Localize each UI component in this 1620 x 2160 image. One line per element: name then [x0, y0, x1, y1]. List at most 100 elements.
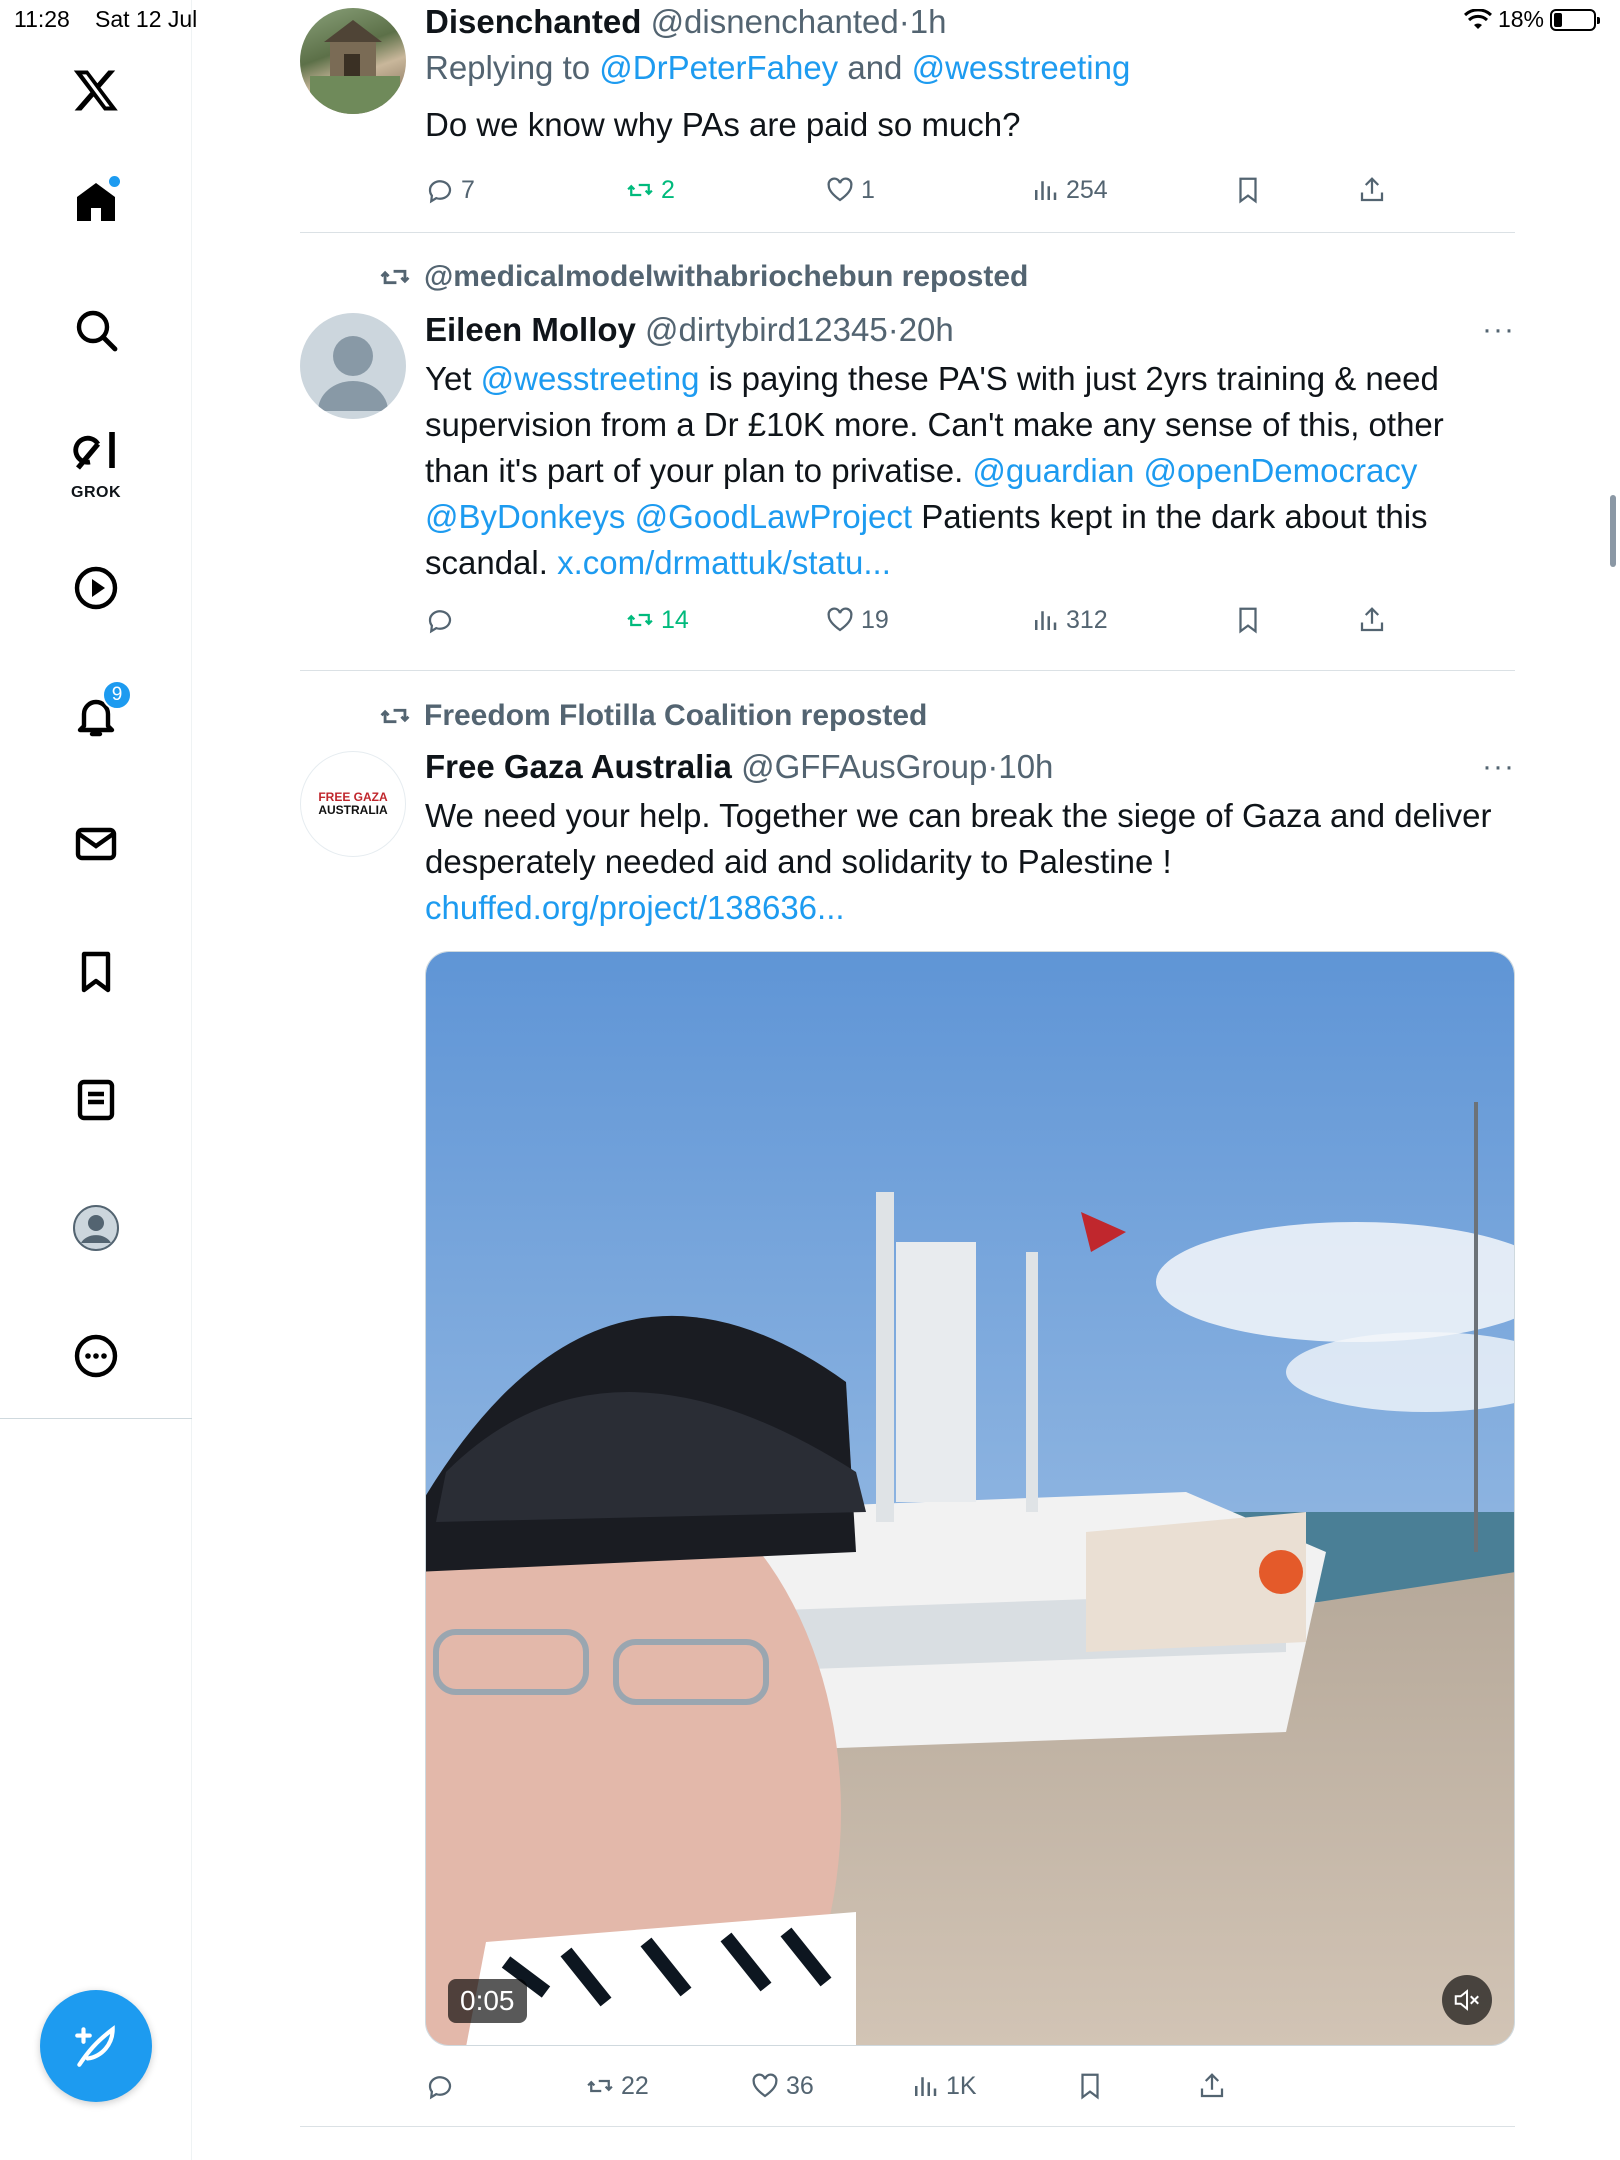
bookmark-button[interactable]: [1075, 2066, 1105, 2106]
video-frame: [426, 952, 1514, 2045]
bookmark-button[interactable]: [1233, 170, 1263, 210]
reposted-by[interactable]: Freedom Flotilla Coalition reposted: [378, 699, 927, 733]
mention-link[interactable]: @guardian: [972, 452, 1134, 489]
sidebar-item-bookmarks[interactable]: [56, 932, 136, 1012]
like-count: 1: [861, 175, 875, 204]
share-icon: [1360, 607, 1384, 632]
url-link[interactable]: x.com/drmattuk/statu...: [557, 544, 891, 581]
share-button[interactable]: [1357, 170, 1387, 210]
list-icon: [77, 1079, 115, 1121]
repost-icon: [380, 269, 410, 285]
reply-button[interactable]: [425, 2066, 461, 2106]
sidebar-item-grok[interactable]: GROK: [56, 418, 136, 502]
tweet-separator: [300, 2126, 1515, 2127]
bookmark-icon: [1239, 177, 1257, 204]
like-button[interactable]: 36: [750, 2066, 814, 2106]
search-icon: [76, 310, 118, 352]
grok-label: GROK: [71, 484, 121, 501]
repost-button[interactable]: 2: [625, 170, 675, 210]
reposted-by-label: Freedom Flotilla Coalition reposted: [424, 699, 928, 732]
reposted-by[interactable]: @medicalmodelwithabriochebun reposted: [378, 260, 1028, 294]
scrollbar[interactable]: [1610, 495, 1616, 567]
more-options-icon[interactable]: ···: [1482, 308, 1515, 352]
mention-link[interactable]: @ByDonkeys: [425, 498, 625, 535]
reply-count: 7: [461, 175, 475, 204]
view-count: 254: [1066, 175, 1108, 204]
tweet[interactable]: Freedom Flotilla Coalition reposted FREE…: [300, 671, 1515, 2127]
bookmark-icon: [1239, 607, 1257, 634]
repost-button[interactable]: 22: [585, 2066, 649, 2106]
sidebar-item-messages[interactable]: [56, 804, 136, 884]
avatar[interactable]: [300, 313, 406, 419]
avatar[interactable]: FREE GAZA AUSTRALIA: [300, 751, 406, 857]
repost-count: 22: [621, 2071, 649, 2100]
views-icon: [1035, 611, 1057, 630]
tweet[interactable]: Disenchanted @disnenchanted·1h Replying …: [300, 0, 1515, 233]
author-name[interactable]: Eileen Molloy: [425, 311, 636, 348]
sidebar-item-profile[interactable]: [56, 1188, 136, 1268]
reposted-by-label: @medicalmodelwithabriochebun reposted: [424, 260, 1029, 293]
repost-icon: [627, 183, 653, 197]
repost-icon: [380, 708, 410, 724]
sidebar-item-more[interactable]: [56, 1316, 136, 1396]
sidebar-item-video[interactable]: [56, 548, 136, 628]
x-logo-icon[interactable]: [56, 50, 136, 130]
heart-icon: [752, 2073, 778, 2098]
mention-link[interactable]: @openDemocracy: [1144, 452, 1418, 489]
like-button[interactable]: 1: [825, 170, 875, 210]
share-button[interactable]: [1197, 2066, 1227, 2106]
repost-button[interactable]: 14: [625, 600, 689, 640]
notifications-badge: 9: [102, 680, 132, 710]
share-icon: [1200, 2073, 1224, 2098]
text-segment: We need your help. Together we can break…: [425, 797, 1492, 880]
repost-icon: [587, 2079, 613, 2093]
author-name[interactable]: Disenchanted: [425, 3, 641, 40]
mention-link[interactable]: @wesstreeting: [912, 49, 1131, 86]
tweet-header: Free Gaza Australia @GFFAusGroup·10h ···: [425, 745, 1515, 789]
mute-button[interactable]: [1442, 1975, 1492, 2025]
bookmark-icon: [81, 951, 111, 993]
tweet-age[interactable]: 10h: [998, 748, 1053, 785]
tweet-text: Do we know why PAs are paid so much?: [425, 106, 1021, 143]
tweet-header: Disenchanted @disnenchanted·1h: [425, 0, 1515, 44]
tweet-age[interactable]: 20h: [899, 311, 954, 348]
video-player[interactable]: 0:05: [425, 951, 1515, 2046]
mention-link[interactable]: @GoodLawProject: [635, 498, 912, 535]
compose-feather-icon: [75, 2025, 115, 2067]
bookmark-button[interactable]: [1233, 600, 1263, 640]
reply-button[interactable]: 7: [425, 170, 475, 210]
sidebar-item-home[interactable]: [56, 162, 136, 242]
author-handle[interactable]: @GFFAusGroup: [741, 748, 987, 785]
like-button[interactable]: 19: [825, 600, 889, 640]
mention-link[interactable]: @DrPeterFahey: [599, 49, 838, 86]
separator-dot: ·: [887, 311, 899, 348]
tweet[interactable]: @medicalmodelwithabriochebun reposted Ei…: [300, 233, 1515, 671]
avatar[interactable]: [300, 8, 406, 114]
author-name[interactable]: Free Gaza Australia: [425, 748, 732, 785]
mention-link[interactable]: @wesstreeting: [481, 360, 700, 397]
play-icon: [74, 566, 118, 610]
speaker-muted-icon: [1454, 1989, 1479, 2011]
reply-icon: [428, 610, 452, 634]
views-button[interactable]: 312: [1030, 600, 1108, 640]
compose-button[interactable]: [40, 1990, 152, 2102]
author-handle[interactable]: @disnenchanted: [651, 3, 899, 40]
more-circle-icon: [74, 1334, 118, 1378]
sidebar-item-notifications[interactable]: 9: [56, 676, 136, 756]
more-options-icon[interactable]: ···: [1482, 745, 1515, 789]
url-link[interactable]: chuffed.org/project/138636...: [425, 889, 845, 926]
separator-dot: ·: [898, 3, 910, 40]
views-button[interactable]: 254: [1030, 170, 1108, 210]
sidebar-item-search[interactable]: [56, 290, 136, 370]
author-handle[interactable]: @dirtybird12345: [645, 311, 888, 348]
separator-dot: ·: [987, 748, 999, 785]
replying-to: Replying to @DrPeterFahey and @wesstreet…: [425, 44, 1515, 92]
share-button[interactable]: [1357, 600, 1387, 640]
sidebar-item-lists[interactable]: [56, 1060, 136, 1140]
grok-icon: [73, 432, 115, 470]
reply-button[interactable]: [425, 600, 461, 640]
views-button[interactable]: 1K: [910, 2066, 977, 2106]
tweet-age[interactable]: 1h: [910, 3, 947, 40]
home-unread-dot: [109, 176, 120, 187]
sidebar: GROK 9: [0, 0, 192, 2160]
